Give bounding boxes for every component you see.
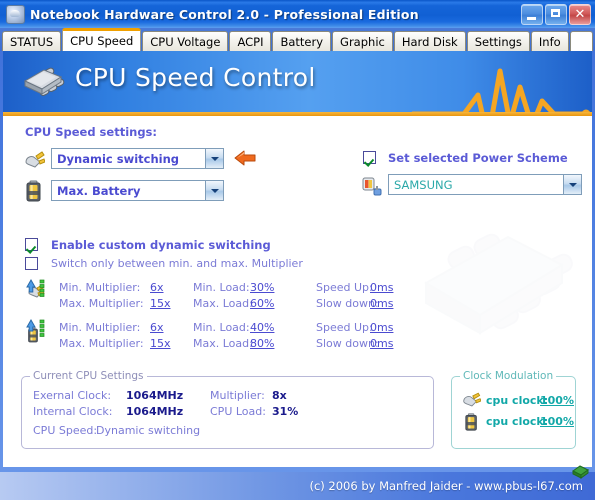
- enable-custom-switching-box[interactable]: [25, 237, 38, 251]
- tab-cpu-voltage[interactable]: CPU Voltage: [142, 31, 229, 51]
- current-cpu-settings-group: Current CPU Settings Exernal Clock: 1064…: [21, 370, 434, 449]
- power-scheme-select[interactable]: SAMSUNG: [388, 174, 582, 195]
- profile2-max-multiplier-value[interactable]: 15x: [150, 337, 171, 350]
- cpu-load-value: 31%: [272, 405, 299, 418]
- profile2-min-multiplier-value[interactable]: 6x: [150, 321, 164, 334]
- cpu-load-label: CPU Load:: [210, 405, 266, 418]
- window-chip-icon: [6, 4, 25, 24]
- battery-speed-mode-select[interactable]: Max. Battery: [51, 180, 224, 201]
- battery-speed-mode-value: Max. Battery: [57, 183, 141, 198]
- tab-strip-filler: [569, 31, 593, 51]
- power-plug-icon: [463, 392, 481, 407]
- profile1-min-multiplier-label: Min. Multiplier:: [59, 281, 141, 294]
- page-banner: CPU Speed Control: [3, 51, 592, 112]
- tab-acpi[interactable]: ACPI: [229, 31, 272, 51]
- profile2-slow-down-value[interactable]: 0ms: [370, 337, 393, 350]
- profile1-min-load-label: Min. Load:: [193, 281, 250, 294]
- current-cpu-settings-legend: Current CPU Settings: [30, 370, 147, 382]
- window-controls: ✕: [521, 3, 591, 25]
- profile1-max-load-label: Max. Load:: [193, 297, 253, 310]
- ac-speed-mode-select[interactable]: Dynamic switching: [51, 148, 224, 169]
- profile1-min-multiplier-value[interactable]: 6x: [150, 281, 164, 294]
- title-bar: Notebook Hardware Control 2.0 - Professi…: [0, 0, 595, 29]
- window-title: Notebook Hardware Control 2.0 - Professi…: [30, 6, 419, 22]
- ac-speed-mode-value: Dynamic switching: [57, 151, 180, 166]
- profile1-min-load-value[interactable]: 30%: [250, 281, 274, 294]
- cpu-speed-settings-heading: CPU Speed settings:: [25, 125, 158, 139]
- profile2-max-load-value[interactable]: 80%: [250, 337, 274, 350]
- battery-icon: [26, 180, 41, 202]
- internal-clock-value: 1064MHz: [126, 405, 184, 418]
- power-scheme-checkbox-box[interactable]: [363, 150, 376, 164]
- multiplier-label: Multiplier:: [210, 389, 265, 402]
- minimize-button[interactable]: [521, 3, 543, 25]
- chevron-down-icon[interactable]: [205, 181, 223, 200]
- minmax-only-box[interactable]: [25, 256, 38, 270]
- external-clock-label: Exernal Clock:: [33, 389, 112, 402]
- chip-icon: [572, 465, 589, 479]
- copyright-text: (c) 2006 by Manfred Jaider - www.pbus-l6…: [309, 479, 583, 493]
- tab-battery[interactable]: Battery: [272, 31, 332, 51]
- orange-left-arrow-icon: [234, 150, 256, 166]
- profile1-speed-up-label: Speed Up:: [316, 281, 373, 294]
- profile2-max-load-label: Max. Load:: [193, 337, 253, 350]
- battery-profile-icon: [26, 319, 45, 343]
- power-scheme-value: SAMSUNG: [394, 177, 453, 192]
- application-window: Notebook Hardware Control 2.0 - Professi…: [0, 0, 595, 500]
- tab-hard-disk[interactable]: Hard Disk: [393, 31, 466, 51]
- multiplier-value: 8x: [272, 389, 287, 402]
- profile2-min-load-value[interactable]: 40%: [250, 321, 274, 334]
- profile1-slow-down-value[interactable]: 0ms: [370, 297, 393, 310]
- enable-custom-switching-checkbox[interactable]: [25, 237, 38, 251]
- clock-modulation-legend: Clock Modulation: [460, 370, 557, 382]
- tab-cpu-speed[interactable]: CPU Speed: [62, 28, 142, 51]
- profile2-max-multiplier-label: Max. Multiplier:: [59, 337, 144, 350]
- profile1-speed-up-value[interactable]: 0ms: [370, 281, 393, 294]
- tab-page-cpu-speed: CPU Speed Control CPU Speed settings: Dy…: [3, 51, 592, 467]
- power-scheme-checkbox[interactable]: [363, 150, 376, 164]
- tab-strip: STATUS CPU Speed CPU Voltage ACPI Batter…: [0, 28, 595, 51]
- profile2-speed-up-value[interactable]: 0ms: [370, 321, 393, 334]
- minmax-only-checkbox[interactable]: [25, 256, 38, 270]
- profile2-min-load-label: Min. Load:: [193, 321, 250, 334]
- profile2-min-multiplier-label: Min. Multiplier:: [59, 321, 141, 334]
- clock-mod-battery-value[interactable]: 100%: [540, 415, 574, 428]
- cpu-speed-value: Dynamic switching: [96, 424, 201, 437]
- power-scheme-icon: [362, 177, 382, 196]
- power-scheme-label: Set selected Power Scheme: [388, 151, 568, 165]
- maximize-button[interactable]: [545, 3, 567, 25]
- chevron-down-icon[interactable]: [563, 175, 581, 194]
- clock-mod-battery-label: cpu clock:: [486, 415, 549, 428]
- minmax-only-label: Switch only between min. and max. Multip…: [51, 257, 303, 270]
- ac-profile-icon: [26, 279, 45, 298]
- minimize-icon: [527, 16, 536, 20]
- enable-custom-switching-label: Enable custom dynamic switching: [51, 238, 271, 252]
- tab-graphic[interactable]: Graphic: [332, 31, 393, 51]
- clock-modulation-group: Clock Modulation cpu clock: 100% cpu clo…: [451, 370, 576, 449]
- page-title: CPU Speed Control: [75, 63, 316, 92]
- page-body: CPU Speed settings: Dynamic switching Ma…: [3, 116, 592, 467]
- battery-icon: [465, 413, 477, 431]
- status-bar: (c) 2006 by Manfred Jaider - www.pbus-l6…: [0, 465, 595, 500]
- cpu-chip-icon: [23, 67, 65, 96]
- maximize-icon: [551, 8, 560, 17]
- tab-info[interactable]: Info: [530, 31, 569, 51]
- tab-status[interactable]: STATUS: [2, 31, 62, 51]
- internal-clock-label: Internal Clock:: [33, 405, 113, 418]
- power-plug-icon: [25, 151, 45, 168]
- tab-settings[interactable]: Settings: [466, 31, 530, 51]
- cpu-speed-label: CPU Speed:: [33, 424, 98, 437]
- profile1-max-multiplier-value[interactable]: 15x: [150, 297, 171, 310]
- pulse-waveform-icon: [412, 68, 591, 112]
- profile1-max-multiplier-label: Max. Multiplier:: [59, 297, 144, 310]
- close-icon: ✕: [574, 6, 586, 22]
- clock-mod-ac-label: cpu clock:: [486, 394, 549, 407]
- close-button[interactable]: ✕: [569, 3, 591, 25]
- chevron-down-icon[interactable]: [205, 149, 223, 168]
- external-clock-value: 1064MHz: [126, 389, 184, 402]
- profile1-max-load-value[interactable]: 60%: [250, 297, 274, 310]
- clock-mod-ac-value[interactable]: 100%: [540, 394, 574, 407]
- profile2-speed-up-label: Speed Up:: [316, 321, 373, 334]
